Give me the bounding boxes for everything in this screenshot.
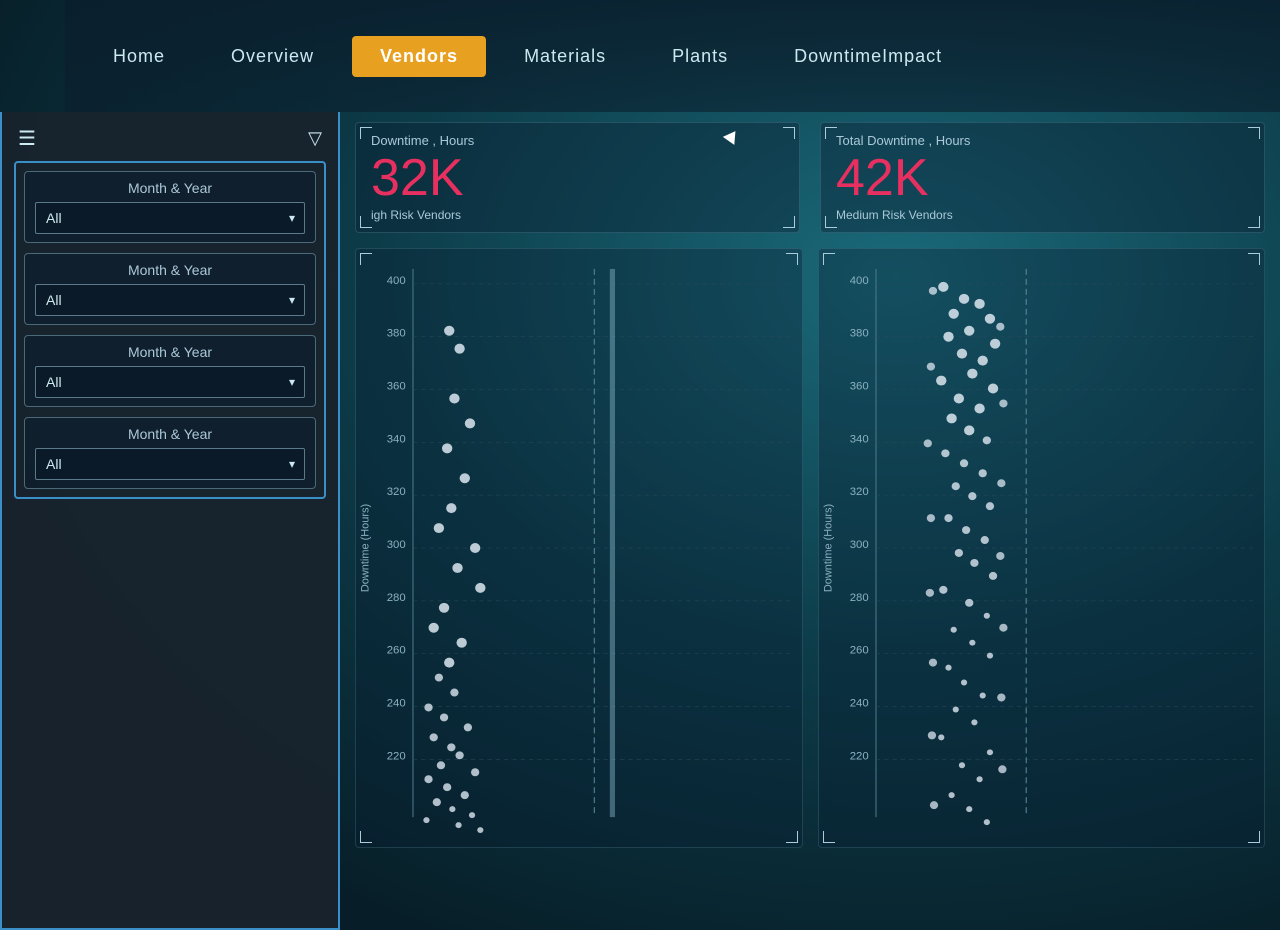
corner-br-1 <box>783 216 795 228</box>
filter-select-4[interactable]: All <box>35 448 305 480</box>
corner-tl-2 <box>825 127 837 139</box>
svg-text:340: 340 <box>849 434 868 446</box>
corner-tl-1 <box>360 127 372 139</box>
nav-overview[interactable]: Overview <box>203 36 342 77</box>
chart-corner-tr-2 <box>1248 253 1260 265</box>
chart-corner-tl-1 <box>360 253 372 265</box>
filter-select-wrapper-1: All ▾ <box>35 202 305 234</box>
corner-bl-1 <box>360 216 372 228</box>
filter-item-2: Month & Year All ▾ <box>24 253 316 325</box>
kpi-value-2: 42K <box>836 152 1249 204</box>
kpi-title-1: Downtime , Hours <box>371 133 784 148</box>
chart-corner-br-1 <box>786 831 798 843</box>
svg-text:320: 320 <box>849 486 868 498</box>
kpi-subtitle-1: igh Risk Vendors <box>371 208 784 222</box>
svg-text:400: 400 <box>387 275 406 287</box>
svg-text:260: 260 <box>387 645 406 657</box>
filter-panel: Month & Year All ▾ Month & Year All ▾ Mo… <box>14 161 326 499</box>
navbar: Home Overview Vendors Materials Plants D… <box>65 0 1280 112</box>
filter-select-2[interactable]: All <box>35 284 305 316</box>
filter-select-3[interactable]: All <box>35 366 305 398</box>
filter-select-wrapper-3: All ▾ <box>35 366 305 398</box>
filter-label-1: Month & Year <box>35 180 305 196</box>
chart-corner-bl-1 <box>360 831 372 843</box>
svg-text:360: 360 <box>849 381 868 393</box>
svg-text:360: 360 <box>387 381 406 393</box>
nav-materials[interactable]: Materials <box>496 36 634 77</box>
kpi-title-2: Total Downtime , Hours <box>836 133 1249 148</box>
corner-tr-2 <box>1248 127 1260 139</box>
main-content: Downtime , Hours 32K igh Risk Vendors To… <box>340 112 1280 930</box>
svg-text:240: 240 <box>849 698 868 710</box>
corner-tr-1 <box>783 127 795 139</box>
filter-item-1: Month & Year All ▾ <box>24 171 316 243</box>
chart-corner-br-2 <box>1248 831 1260 843</box>
svg-text:Downtime (Hours): Downtime (Hours) <box>822 504 834 593</box>
kpi-card-2: Total Downtime , Hours 42K Medium Risk V… <box>820 122 1265 233</box>
chart-container-1: 400 380 360 340 320 300 280 260 240 220 … <box>355 248 803 848</box>
chart-svg-1: 400 380 360 340 320 300 280 260 240 220 … <box>356 249 802 847</box>
filter-label-2: Month & Year <box>35 262 305 278</box>
filter-item-3: Month & Year All ▾ <box>24 335 316 407</box>
svg-text:380: 380 <box>387 328 406 340</box>
filter-label-3: Month & Year <box>35 344 305 360</box>
chart-corner-bl-2 <box>823 831 835 843</box>
svg-text:320: 320 <box>387 486 406 498</box>
svg-text:280: 280 <box>849 592 868 604</box>
chart-corner-tr-1 <box>786 253 798 265</box>
svg-text:340: 340 <box>387 434 406 446</box>
corner-br-2 <box>1248 216 1260 228</box>
hamburger-icon[interactable]: ☰ <box>18 126 36 151</box>
nav-home[interactable]: Home <box>85 36 193 77</box>
svg-text:220: 220 <box>849 750 868 762</box>
nav-downtime-impact[interactable]: DowntimeImpact <box>766 36 970 77</box>
svg-text:400: 400 <box>849 275 868 287</box>
chart-svg-2: 400 380 360 340 320 300 280 260 240 220 … <box>819 249 1265 847</box>
kpi-row: Downtime , Hours 32K igh Risk Vendors To… <box>355 122 1265 233</box>
corner-bl-2 <box>825 216 837 228</box>
svg-text:300: 300 <box>387 539 406 551</box>
svg-text:380: 380 <box>849 328 868 340</box>
kpi-value-1: 32K <box>371 152 784 204</box>
svg-text:260: 260 <box>849 645 868 657</box>
chart-container-2: 400 380 360 340 320 300 280 260 240 220 … <box>818 248 1266 848</box>
nav-vendors[interactable]: Vendors <box>352 36 486 77</box>
svg-text:220: 220 <box>387 750 406 762</box>
filter-label-4: Month & Year <box>35 426 305 442</box>
svg-text:240: 240 <box>387 698 406 710</box>
chart-corner-tl-2 <box>823 253 835 265</box>
sidebar-panel: ☰ ▽ Month & Year All ▾ Month & Year All … <box>0 112 340 930</box>
charts-row: 400 380 360 340 320 300 280 260 240 220 … <box>355 248 1265 848</box>
filter-select-1[interactable]: All <box>35 202 305 234</box>
filter-icon[interactable]: ▽ <box>308 128 322 149</box>
filter-select-wrapper-4: All ▾ <box>35 448 305 480</box>
kpi-subtitle-2: Medium Risk Vendors <box>836 208 1249 222</box>
svg-text:300: 300 <box>849 539 868 551</box>
filter-item-4: Month & Year All ▾ <box>24 417 316 489</box>
svg-text:Downtime (Hours): Downtime (Hours) <box>359 504 371 593</box>
svg-text:280: 280 <box>387 592 406 604</box>
nav-plants[interactable]: Plants <box>644 36 756 77</box>
filter-select-wrapper-2: All ▾ <box>35 284 305 316</box>
sidebar-header: ☰ ▽ <box>10 122 330 161</box>
